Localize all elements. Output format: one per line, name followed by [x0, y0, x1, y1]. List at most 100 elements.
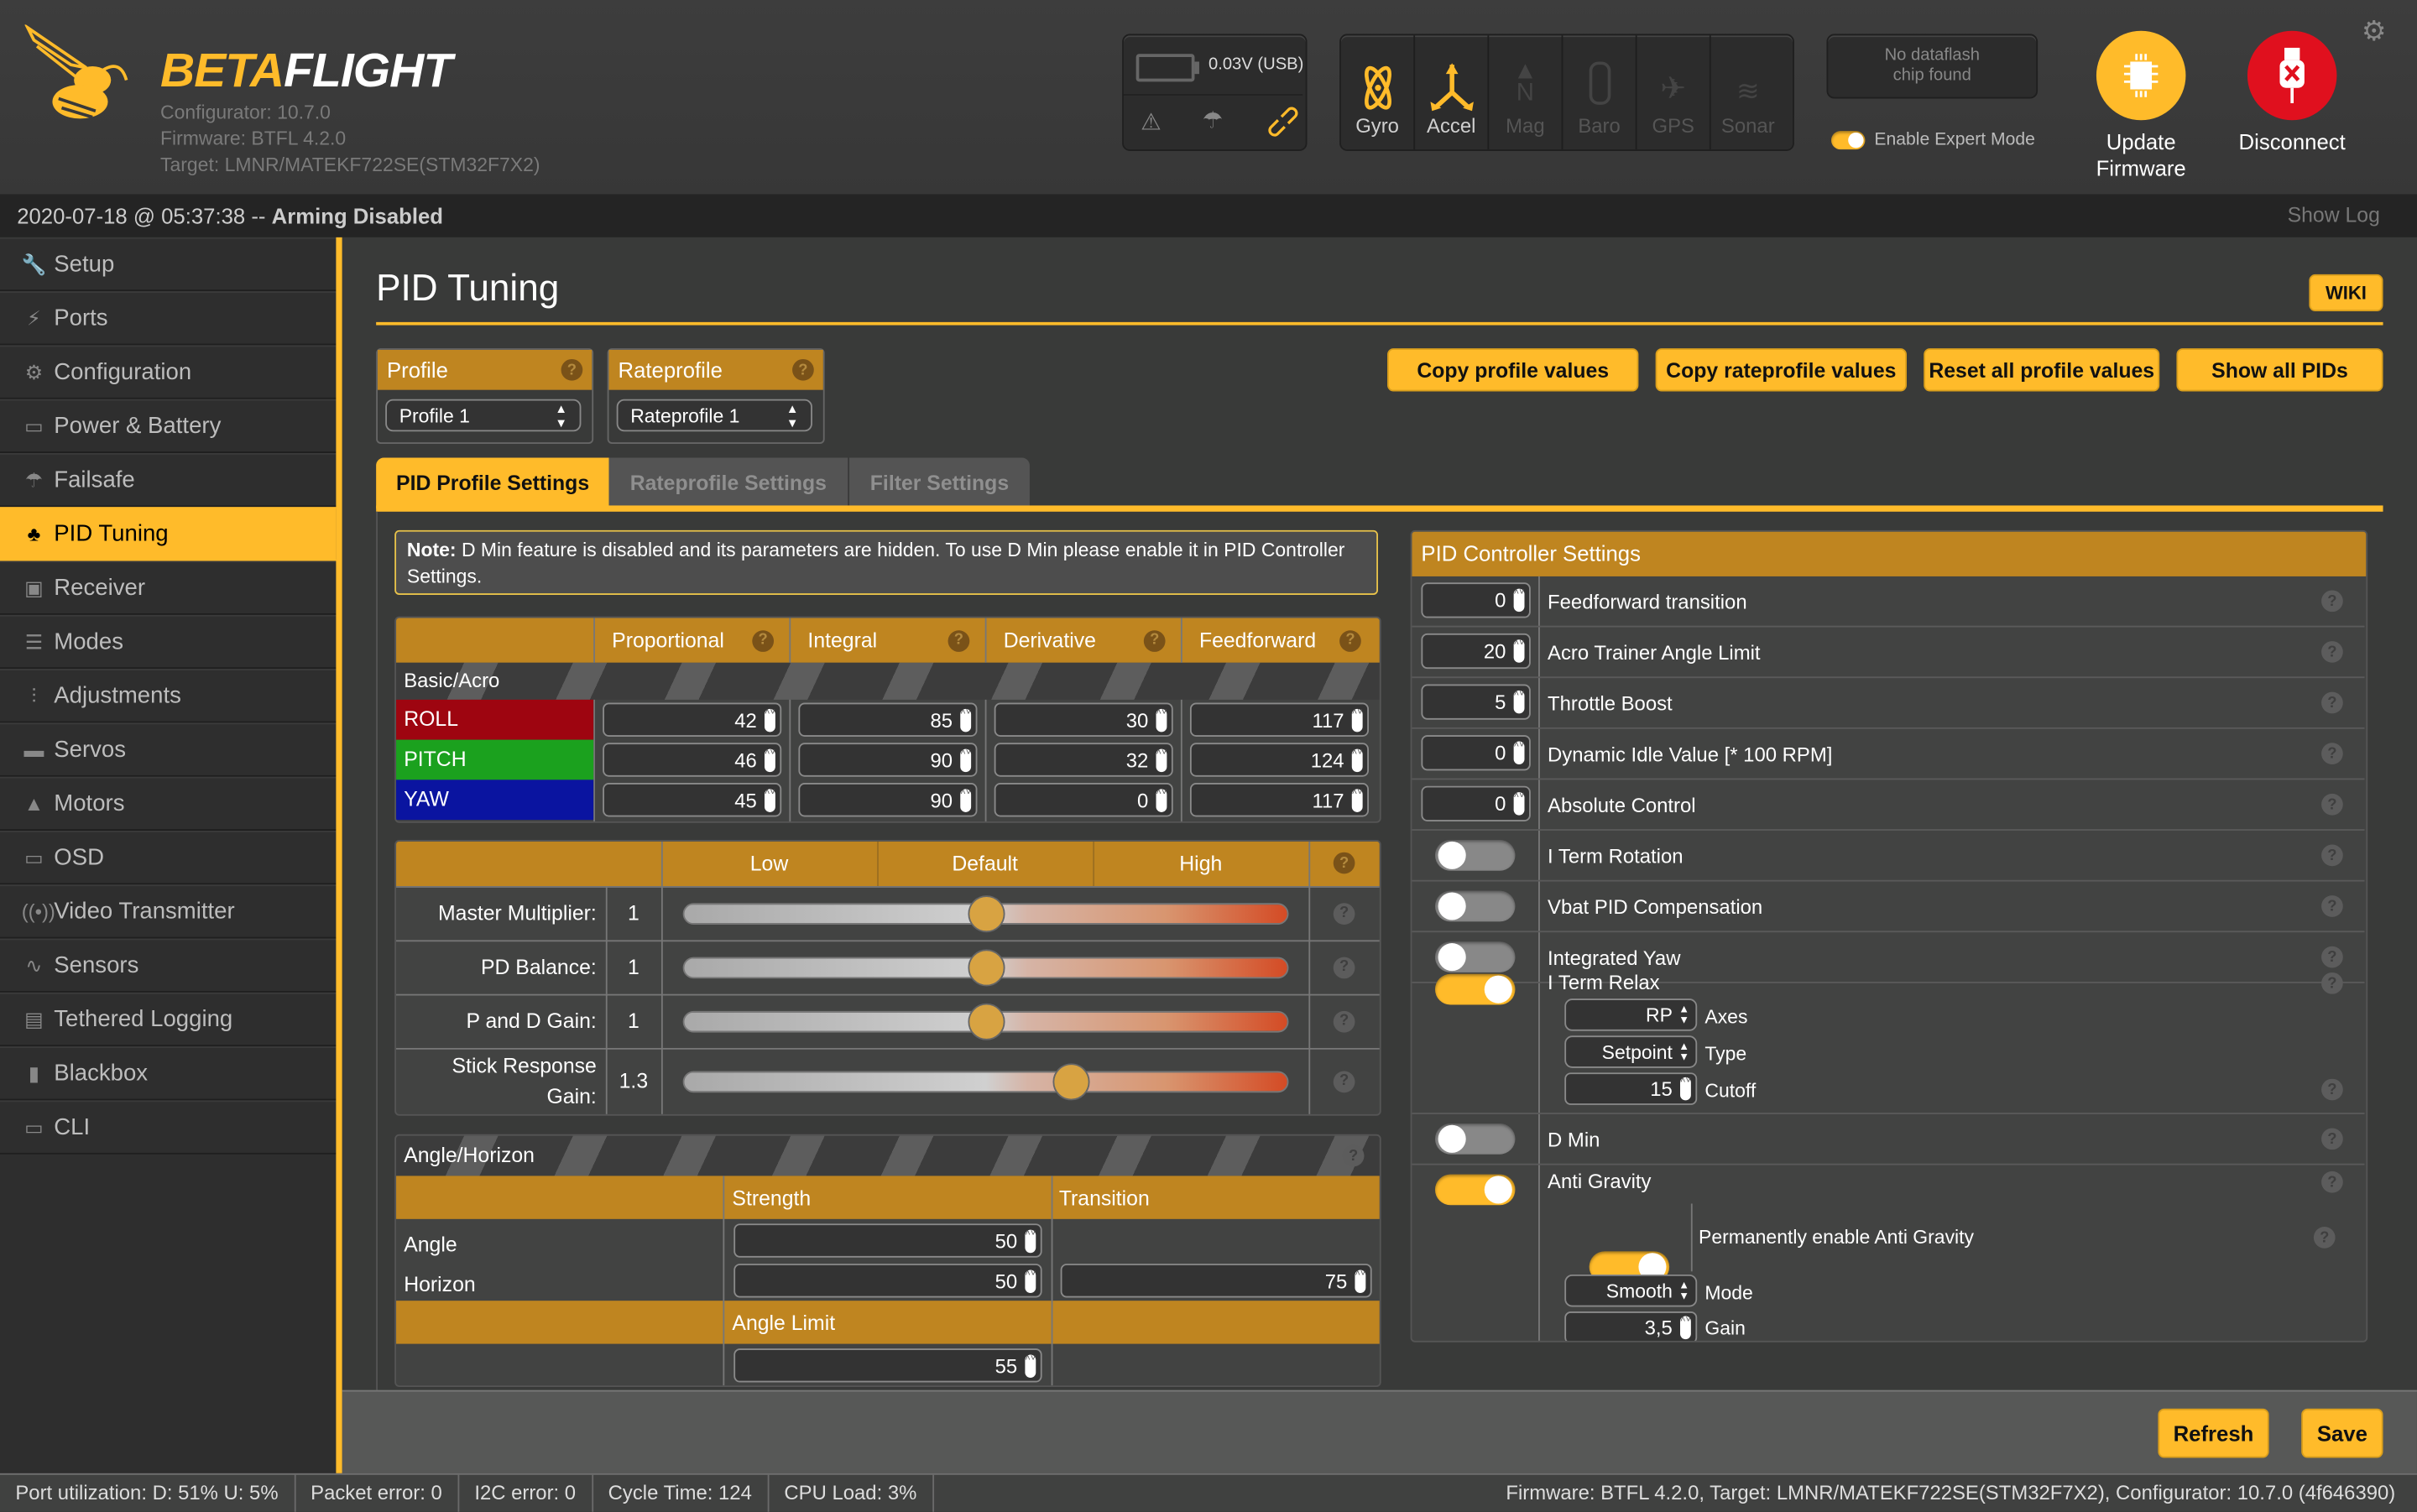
sidebar-item-osd[interactable]: ▭ OSD [0, 830, 337, 885]
sidebar-item-servos[interactable]: ▬ Servos [0, 722, 337, 777]
help-icon[interactable]: ? [2321, 641, 2343, 663]
spinner-icon[interactable]: ˄˅ [1351, 788, 1363, 812]
spinner-icon[interactable]: ˄˅ [1513, 639, 1525, 663]
spinner-icon[interactable]: ˄˅ [1156, 707, 1167, 732]
pid-input-roll-derivative[interactable]: 30 ˄˅ [994, 702, 1173, 737]
spinner-icon[interactable]: ˄˅ [1513, 741, 1525, 765]
slider-handle[interactable] [967, 894, 1005, 932]
pid-input-yaw-feedforward[interactable]: 117 ˄˅ [1189, 783, 1369, 817]
slider-track[interactable] [682, 1070, 1289, 1092]
anti-gravity-toggle[interactable] [1434, 1174, 1516, 1206]
show-all-pids-button[interactable]: Show all PIDs [2176, 348, 2383, 392]
spinner-icon[interactable]: ˄˅ [1680, 1316, 1691, 1340]
help-icon[interactable]: ? [1342, 1144, 1365, 1167]
pid-input-roll-proportional[interactable]: 42 ˄˅ [603, 702, 782, 737]
help-icon[interactable]: ? [947, 629, 970, 652]
sidebar-item-power-battery[interactable]: ▭ Power & Battery [0, 399, 337, 453]
sidebar-item-failsafe[interactable]: ☂ Failsafe [0, 452, 337, 508]
pid-input-pitch-derivative[interactable]: 32 ˄˅ [994, 743, 1173, 777]
setting-toggle[interactable] [1434, 890, 1516, 922]
help-icon[interactable]: ? [2321, 1128, 2343, 1150]
spinner-icon[interactable]: ˄˅ [960, 788, 971, 812]
slider-handle[interactable] [1052, 1062, 1089, 1100]
tab-filter-settings[interactable]: Filter Settings [849, 457, 1030, 508]
pid-input-yaw-proportional[interactable]: 45 ˄˅ [603, 783, 782, 817]
tab-pid-profile-settings[interactable]: PID Profile Settings [376, 457, 610, 509]
anti-gravity-mode-select[interactable]: Smooth ▲ ▼ [1564, 1274, 1698, 1307]
spinner-icon[interactable]: ˄˅ [1156, 788, 1167, 812]
update-firmware-button[interactable]: Update Firmware [2081, 30, 2201, 182]
pid-input-pitch-feedforward[interactable]: 124 ˄˅ [1189, 743, 1369, 777]
spinner-icon[interactable]: ˄˅ [1513, 588, 1525, 613]
help-icon[interactable]: ? [1333, 1009, 1355, 1032]
expert-mode-toggle[interactable] [1830, 131, 1866, 150]
pid-controller-input[interactable]: 20 ˄˅ [1421, 633, 1531, 670]
spinner-icon[interactable]: ˄˅ [960, 748, 971, 772]
help-icon[interactable]: ? [752, 629, 775, 652]
spinner-icon[interactable]: ˄˅ [1025, 1228, 1036, 1253]
pid-controller-input[interactable]: 0 ˄˅ [1421, 582, 1531, 618]
help-icon[interactable]: ? [2321, 743, 2343, 765]
pid-controller-input[interactable]: 0 ˄˅ [1421, 735, 1531, 771]
help-icon[interactable]: ? [2321, 691, 2343, 714]
save-button[interactable]: Save [2301, 1408, 2383, 1458]
disconnect-button[interactable]: Disconnect [2232, 30, 2352, 154]
spinner-icon[interactable]: ˄˅ [960, 707, 971, 732]
help-icon[interactable]: ? [2321, 590, 2343, 613]
help-icon[interactable]: ? [1333, 1070, 1355, 1092]
spinner-icon[interactable]: ˄˅ [1025, 1353, 1036, 1378]
iterm-relax-cutoff-input[interactable]: 15 ˄˅ [1564, 1072, 1698, 1105]
tab-rateprofile-settings[interactable]: Rateprofile Settings [608, 457, 848, 508]
pid-input-roll-integral[interactable]: 85 ˄˅ [798, 702, 978, 737]
spinner-icon[interactable]: ˄˅ [1025, 1269, 1036, 1293]
spinner-icon[interactable]: ˄˅ [1680, 1077, 1691, 1101]
pid-input-yaw-integral[interactable]: 90 ˄˅ [798, 783, 978, 817]
sidebar-item-cli[interactable]: ▭ CLI [0, 1100, 337, 1155]
spinner-icon[interactable]: ˄˅ [765, 788, 775, 812]
help-icon[interactable]: ? [1143, 629, 1166, 652]
help-icon[interactable]: ? [2321, 1078, 2343, 1101]
help-icon[interactable]: ? [1333, 902, 1355, 925]
angle-strength-input[interactable]: 50 ˄˅ [733, 1223, 1042, 1258]
pid-input-pitch-integral[interactable]: 90 ˄˅ [798, 743, 978, 777]
pid-input-roll-feedforward[interactable]: 117 ˄˅ [1189, 702, 1369, 737]
sidebar-item-sensors[interactable]: ∿ Sensors [0, 938, 337, 993]
spinner-icon[interactable]: ˄˅ [1156, 748, 1167, 772]
wiki-button[interactable]: WIKI [2309, 274, 2383, 312]
d-min-toggle[interactable] [1434, 1123, 1516, 1155]
help-icon[interactable]: ? [1339, 629, 1361, 652]
horizon-strength-input[interactable]: 50 ˄˅ [733, 1264, 1042, 1298]
pid-input-pitch-proportional[interactable]: 46 ˄˅ [603, 743, 782, 777]
pid-controller-input[interactable]: 5 ˄˅ [1421, 684, 1531, 720]
help-icon[interactable]: ? [561, 358, 583, 381]
slider-handle[interactable] [967, 1002, 1005, 1040]
sidebar-item-tethered-logging[interactable]: ▤ Tethered Logging [0, 992, 337, 1047]
refresh-button[interactable]: Refresh [2158, 1408, 2269, 1458]
sidebar-item-receiver[interactable]: ▣ Receiver [0, 560, 337, 615]
spinner-icon[interactable]: ˄˅ [1513, 690, 1525, 714]
spinner-icon[interactable]: ˄˅ [1355, 1269, 1365, 1293]
sidebar-item-adjustments[interactable]: ⫶ Adjustments [0, 669, 337, 723]
help-icon[interactable]: ? [1333, 852, 1355, 874]
rateprofile-select[interactable]: Rateprofile 1 ▲ ▼ [616, 399, 812, 432]
sidebar-item-setup[interactable]: 🔧 Setup [0, 237, 337, 292]
slider-handle[interactable] [967, 948, 1005, 986]
sidebar-item-ports[interactable]: ⚡ Ports [0, 291, 337, 346]
spinner-icon[interactable]: ˄˅ [1351, 707, 1363, 732]
sidebar-item-blackbox[interactable]: ▮ Blackbox [0, 1046, 337, 1101]
sidebar-item-configuration[interactable]: ⚙ Configuration [0, 345, 337, 399]
iterm-relax-axes-select[interactable]: RP ▲ ▼ [1564, 998, 1698, 1031]
help-icon[interactable]: ? [2321, 844, 2343, 867]
sidebar-item-motors[interactable]: ▲ Motors [0, 776, 337, 831]
horizon-transition-input[interactable]: 75 ˄˅ [1060, 1264, 1372, 1298]
pid-controller-input[interactable]: 0 ˄˅ [1421, 785, 1531, 821]
help-icon[interactable]: ? [2321, 895, 2343, 917]
help-icon[interactable]: ? [792, 358, 814, 381]
copy-rateprofile-values-button[interactable]: Copy rateprofile values [1655, 348, 1907, 392]
help-icon[interactable]: ? [2313, 1227, 2336, 1249]
help-icon[interactable]: ? [1333, 956, 1355, 978]
copy-profile-values-button[interactable]: Copy profile values [1387, 348, 1639, 392]
setting-toggle[interactable] [1434, 840, 1516, 871]
sidebar-item-pid-tuning[interactable]: ♣ PID Tuning [0, 507, 337, 561]
show-log-link[interactable]: Show Log [2288, 194, 2380, 237]
